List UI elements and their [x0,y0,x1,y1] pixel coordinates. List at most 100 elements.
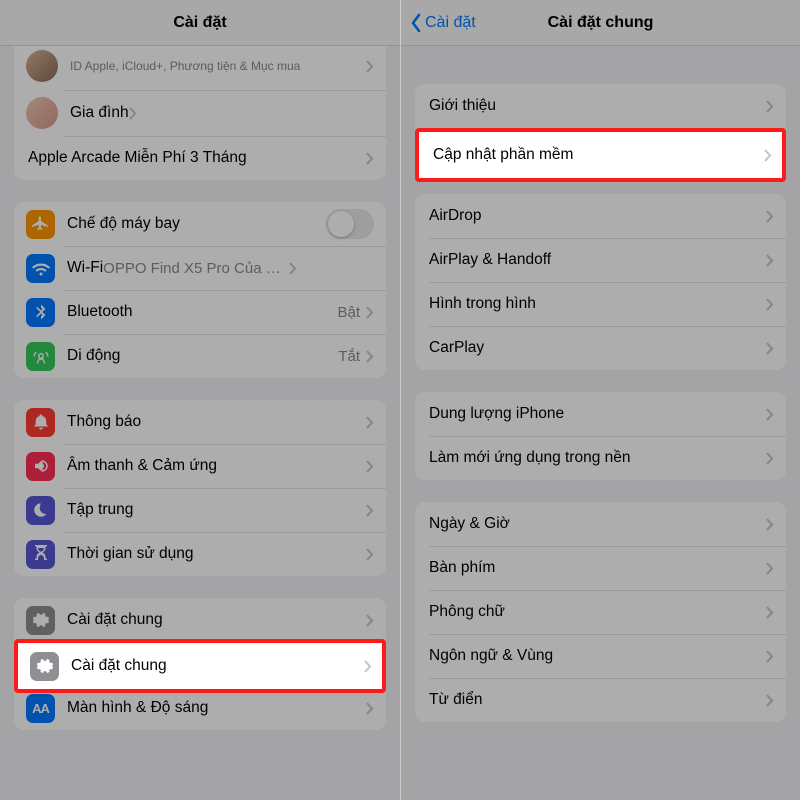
chevron-right-icon [366,548,374,561]
software-update-highlight[interactable]: Cập nhật phần mềm [415,128,786,182]
pip-label: Hình trong hình [429,294,766,313]
airplay-row[interactable]: AirPlay & Handoff [415,238,786,282]
screentime-label: Thời gian sử dụng [67,544,366,563]
notifications-label: Thông báo [67,412,366,431]
back-label: Cài đặt [425,14,476,32]
sound-row[interactable]: Âm thanh & Cảm ứng [14,444,386,488]
cellular-row[interactable]: Di động Tắt [14,334,386,378]
bgrefresh-row[interactable]: Làm mới ứng dụng trong nền [415,436,786,480]
chevron-right-icon [766,606,774,619]
back-button[interactable]: Cài đặt [409,13,476,33]
chevron-right-icon [766,650,774,663]
chevron-right-icon [366,60,374,73]
carplay-row[interactable]: CarPlay [415,326,786,370]
chevron-right-icon [766,298,774,311]
speaker-icon [26,452,55,481]
chevron-right-icon [766,694,774,707]
about-label: Giới thiệu [429,96,766,115]
bgrefresh-label: Làm mới ứng dụng trong nền [429,448,766,467]
general-highlight[interactable]: Cài đặt chung [14,639,386,693]
general-title: Cài đặt chung [548,14,654,32]
airdrop-label: AirDrop [429,206,766,225]
keyboard-row[interactable]: Bàn phím [415,546,786,590]
general-highlight-label: Cài đặt chung [71,657,364,675]
airplane-row[interactable]: Chế độ máy bay [14,202,386,246]
general-header: Cài đặt Cài đặt chung [401,0,800,46]
chevron-right-icon [766,210,774,223]
text-size-icon: AA [26,694,55,723]
wifi-value: OPPO Find X5 Pro Của Hội [103,260,283,277]
chevron-right-icon [766,100,774,113]
notifications-row[interactable]: Thông báo [14,400,386,444]
chevron-right-icon [766,562,774,575]
display-label: Màn hình & Độ sáng [67,698,366,717]
chevron-right-icon [764,149,772,162]
cellular-value: Tắt [338,348,360,365]
airplay-label: AirPlay & Handoff [429,250,766,269]
language-label: Ngôn ngữ & Vùng [429,646,766,665]
wifi-icon [26,254,55,283]
chevron-right-icon [766,254,774,267]
storage-row[interactable]: Dung lượng iPhone [415,392,786,436]
family-avatar-icon [26,97,58,129]
settings-header: Cài đặt [0,0,400,46]
chevron-right-icon [766,342,774,355]
antenna-icon [26,342,55,371]
bell-icon [26,408,55,437]
chevron-right-icon [766,408,774,421]
avatar-icon [26,50,58,82]
screentime-row[interactable]: Thời gian sử dụng [14,532,386,576]
software-update-highlight-label: Cập nhật phần mềm [431,146,764,164]
airplane-toggle[interactable] [326,209,374,239]
arcade-label: Apple Arcade Miễn Phí 3 Tháng [28,148,366,167]
chevron-right-icon [366,306,374,319]
settings-title: Cài đặt [173,14,226,32]
chevron-right-icon [366,416,374,429]
datetime-row[interactable]: Ngày & Giờ [415,502,786,546]
general-row[interactable]: Cài đặt chung [14,598,386,642]
chevron-right-icon [366,702,374,715]
airdrop-row[interactable]: AirDrop [415,194,786,238]
chevron-right-icon [366,152,374,165]
bluetooth-label: Bluetooth [67,302,337,321]
bluetooth-value: Bật [337,304,360,321]
bluetooth-icon [26,298,55,327]
chevron-right-icon [366,460,374,473]
dictionary-row[interactable]: Từ điển [415,678,786,722]
gear-icon [26,606,55,635]
airplane-label: Chế độ máy bay [67,214,326,233]
chevron-right-icon [766,452,774,465]
apple-id-row[interactable]: ID Apple, iCloud+, Phương tiện & Mục mua [14,46,386,90]
general-label: Cài đặt chung [67,610,366,629]
storage-label: Dung lượng iPhone [429,404,766,423]
moon-icon [26,496,55,525]
gear-icon [30,652,59,681]
chevron-right-icon [766,518,774,531]
settings-panel: Cài đặt ID Apple, iCloud+, Phương tiện &… [0,0,400,800]
focus-label: Tập trung [67,500,366,519]
chevron-right-icon [364,660,372,673]
pip-row[interactable]: Hình trong hình [415,282,786,326]
about-row[interactable]: Giới thiệu [415,84,786,128]
bluetooth-row[interactable]: Bluetooth Bật [14,290,386,334]
cellular-label: Di động [67,346,338,365]
dictionary-label: Từ điển [429,690,766,709]
family-label: Gia đình [70,103,129,122]
chevron-right-icon [366,614,374,627]
airplane-icon [26,210,55,239]
carplay-label: CarPlay [429,338,766,357]
chevron-left-icon [409,13,423,33]
chevron-right-icon [366,504,374,517]
language-row[interactable]: Ngôn ngữ & Vùng [415,634,786,678]
fonts-label: Phông chữ [429,602,766,621]
fonts-row[interactable]: Phông chữ [415,590,786,634]
wifi-label: Wi-Fi [67,258,103,277]
hourglass-icon [26,540,55,569]
arcade-row[interactable]: Apple Arcade Miễn Phí 3 Tháng [14,136,386,180]
focus-row[interactable]: Tập trung [14,488,386,532]
family-row[interactable]: Gia đình [14,90,386,136]
chevron-right-icon [129,107,137,120]
chevron-right-icon [289,262,297,275]
wifi-row[interactable]: Wi-Fi OPPO Find X5 Pro Của Hội [14,246,386,290]
chevron-right-icon [366,350,374,363]
